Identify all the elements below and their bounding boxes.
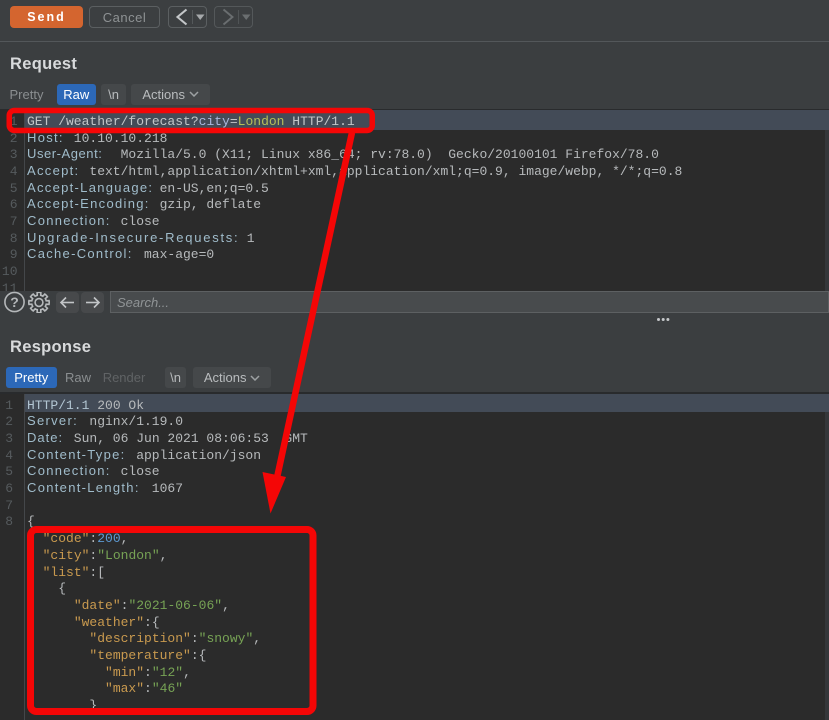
svg-text:?: ? [10,294,19,310]
